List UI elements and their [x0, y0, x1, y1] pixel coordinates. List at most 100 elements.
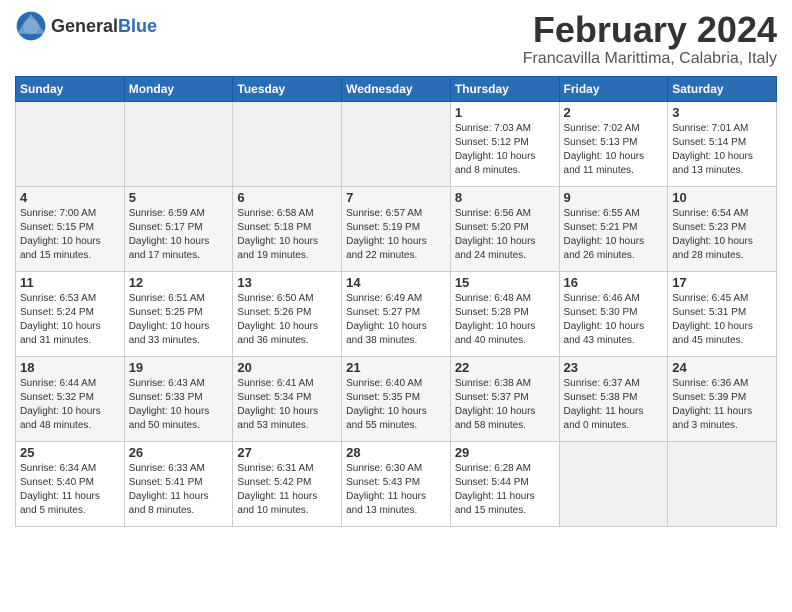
- day-info: Sunrise: 6:50 AM Sunset: 5:26 PM Dayligh…: [237, 292, 337, 348]
- calendar-cell: 27 Sunrise: 6:31 AM Sunset: 5:42 PM Dayli…: [233, 441, 342, 526]
- day-info: Sunrise: 6:45 AM Sunset: 5:31 PM Dayligh…: [672, 292, 772, 348]
- day-number: 13: [237, 275, 337, 290]
- logo-icon: [15, 10, 47, 42]
- day-info: Sunrise: 6:37 AM Sunset: 5:38 PM Dayligh…: [564, 377, 664, 433]
- calendar-cell: 3Sunrise: 7:01 AM Sunset: 5:14 PM Daylig…: [668, 101, 777, 186]
- day-info: Sunrise: 6:54 AM Sunset: 5:23 PM Dayligh…: [672, 207, 772, 263]
- header-row: SundayMondayTuesdayWednesdayThursdayFrid…: [16, 76, 777, 101]
- day-info: Sunrise: 6:48 AM Sunset: 5:28 PM Dayligh…: [455, 292, 555, 348]
- calendar-cell: 9 Sunrise: 6:55 AM Sunset: 5:21 PM Daylig…: [559, 186, 668, 271]
- calendar-cell: 12Sunrise: 6:51 AM Sunset: 5:25 PM Dayli…: [124, 271, 233, 356]
- calendar-cell: 20 Sunrise: 6:41 AM Sunset: 5:34 PM Dayli…: [233, 356, 342, 441]
- calendar-cell: [668, 441, 777, 526]
- day-number: 22: [455, 360, 555, 375]
- day-number: 15: [455, 275, 555, 290]
- header-cell-wednesday: Wednesday: [342, 76, 451, 101]
- calendar-cell: [342, 101, 451, 186]
- calendar-cell: 28 Sunrise: 6:30 AM Sunset: 5:43 PM Dayli…: [342, 441, 451, 526]
- calendar-cell: [16, 101, 125, 186]
- day-info: Sunrise: 6:33 AM Sunset: 5:41 PM Dayligh…: [129, 462, 229, 518]
- calendar-cell: 19 Sunrise: 6:43 AM Sunset: 5:33 PM Dayli…: [124, 356, 233, 441]
- day-number: 1: [455, 105, 555, 120]
- day-info: Sunrise: 6:49 AM Sunset: 5:27 PM Dayligh…: [346, 292, 446, 348]
- day-number: 14: [346, 275, 446, 290]
- day-number: 21: [346, 360, 446, 375]
- day-info: Sunrise: 6:44 AM Sunset: 5:32 PM Dayligh…: [20, 377, 120, 433]
- day-info: Sunrise: 6:55 AM Sunset: 5:21 PM Dayligh…: [564, 207, 664, 263]
- calendar-cell: 14 Sunrise: 6:49 AM Sunset: 5:27 PM Dayli…: [342, 271, 451, 356]
- day-info: Sunrise: 6:30 AM Sunset: 5:43 PM Dayligh…: [346, 462, 446, 518]
- calendar-cell: 13 Sunrise: 6:50 AM Sunset: 5:26 PM Dayli…: [233, 271, 342, 356]
- calendar-week-1: 1 Sunrise: 7:03 AM Sunset: 5:12 PM Daylig…: [16, 101, 777, 186]
- header-cell-friday: Friday: [559, 76, 668, 101]
- calendar-table: SundayMondayTuesdayWednesdayThursdayFrid…: [15, 76, 777, 527]
- day-info: Sunrise: 6:31 AM Sunset: 5:42 PM Dayligh…: [237, 462, 337, 518]
- day-info: Sunrise: 6:34 AM Sunset: 5:40 PM Dayligh…: [20, 462, 120, 518]
- calendar-cell: 16Sunrise: 6:46 AM Sunset: 5:30 PM Dayli…: [559, 271, 668, 356]
- calendar-cell: [559, 441, 668, 526]
- day-number: 25: [20, 445, 120, 460]
- calendar-cell: 21Sunrise: 6:40 AM Sunset: 5:35 PM Dayli…: [342, 356, 451, 441]
- day-info: Sunrise: 6:36 AM Sunset: 5:39 PM Dayligh…: [672, 377, 772, 433]
- day-number: 10: [672, 190, 772, 205]
- day-number: 28: [346, 445, 446, 460]
- header-cell-sunday: Sunday: [16, 76, 125, 101]
- day-info: Sunrise: 6:41 AM Sunset: 5:34 PM Dayligh…: [237, 377, 337, 433]
- calendar-cell: 10 Sunrise: 6:54 AM Sunset: 5:23 PM Dayli…: [668, 186, 777, 271]
- calendar-week-4: 18 Sunrise: 6:44 AM Sunset: 5:32 PM Dayli…: [16, 356, 777, 441]
- calendar-cell: 5Sunrise: 6:59 AM Sunset: 5:17 PM Daylig…: [124, 186, 233, 271]
- calendar-cell: [233, 101, 342, 186]
- calendar-cell: 26 Sunrise: 6:33 AM Sunset: 5:41 PM Dayli…: [124, 441, 233, 526]
- day-number: 2: [564, 105, 664, 120]
- day-number: 8: [455, 190, 555, 205]
- day-number: 26: [129, 445, 229, 460]
- calendar-week-3: 11Sunrise: 6:53 AM Sunset: 5:24 PM Dayli…: [16, 271, 777, 356]
- calendar-week-5: 25 Sunrise: 6:34 AM Sunset: 5:40 PM Dayli…: [16, 441, 777, 526]
- header-cell-thursday: Thursday: [450, 76, 559, 101]
- logo-blue-text: Blue: [118, 16, 157, 36]
- calendar-header: SundayMondayTuesdayWednesdayThursdayFrid…: [16, 76, 777, 101]
- day-info: Sunrise: 6:43 AM Sunset: 5:33 PM Dayligh…: [129, 377, 229, 433]
- day-number: 3: [672, 105, 772, 120]
- day-number: 29: [455, 445, 555, 460]
- day-number: 19: [129, 360, 229, 375]
- day-number: 18: [20, 360, 120, 375]
- day-info: Sunrise: 6:28 AM Sunset: 5:44 PM Dayligh…: [455, 462, 555, 518]
- calendar-cell: 23 Sunrise: 6:37 AM Sunset: 5:38 PM Dayli…: [559, 356, 668, 441]
- day-number: 7: [346, 190, 446, 205]
- calendar-cell: 25 Sunrise: 6:34 AM Sunset: 5:40 PM Dayli…: [16, 441, 125, 526]
- day-number: 16: [564, 275, 664, 290]
- day-number: 17: [672, 275, 772, 290]
- page-header: GeneralBlue February 2024 Francavilla Ma…: [15, 10, 777, 68]
- calendar-cell: 1 Sunrise: 7:03 AM Sunset: 5:12 PM Daylig…: [450, 101, 559, 186]
- calendar-cell: 4Sunrise: 7:00 AM Sunset: 5:15 PM Daylig…: [16, 186, 125, 271]
- calendar-cell: 17 Sunrise: 6:45 AM Sunset: 5:31 PM Dayli…: [668, 271, 777, 356]
- day-number: 5: [129, 190, 229, 205]
- day-number: 24: [672, 360, 772, 375]
- logo: GeneralBlue: [15, 10, 157, 42]
- calendar-cell: 8 Sunrise: 6:56 AM Sunset: 5:20 PM Daylig…: [450, 186, 559, 271]
- day-info: Sunrise: 7:03 AM Sunset: 5:12 PM Dayligh…: [455, 122, 555, 178]
- calendar-cell: [124, 101, 233, 186]
- calendar-cell: 2Sunrise: 7:02 AM Sunset: 5:13 PM Daylig…: [559, 101, 668, 186]
- day-info: Sunrise: 6:56 AM Sunset: 5:20 PM Dayligh…: [455, 207, 555, 263]
- day-number: 23: [564, 360, 664, 375]
- calendar-week-2: 4Sunrise: 7:00 AM Sunset: 5:15 PM Daylig…: [16, 186, 777, 271]
- calendar-body: 1 Sunrise: 7:03 AM Sunset: 5:12 PM Daylig…: [16, 101, 777, 526]
- day-number: 9: [564, 190, 664, 205]
- day-info: Sunrise: 6:51 AM Sunset: 5:25 PM Dayligh…: [129, 292, 229, 348]
- day-number: 6: [237, 190, 337, 205]
- day-info: Sunrise: 6:57 AM Sunset: 5:19 PM Dayligh…: [346, 207, 446, 263]
- day-number: 27: [237, 445, 337, 460]
- day-number: 11: [20, 275, 120, 290]
- day-number: 20: [237, 360, 337, 375]
- header-cell-saturday: Saturday: [668, 76, 777, 101]
- day-number: 4: [20, 190, 120, 205]
- calendar-cell: 11Sunrise: 6:53 AM Sunset: 5:24 PM Dayli…: [16, 271, 125, 356]
- title-area: February 2024 Francavilla Marittima, Cal…: [523, 10, 777, 68]
- calendar-cell: 7 Sunrise: 6:57 AM Sunset: 5:19 PM Daylig…: [342, 186, 451, 271]
- calendar-cell: 29 Sunrise: 6:28 AM Sunset: 5:44 PM Dayli…: [450, 441, 559, 526]
- day-info: Sunrise: 6:58 AM Sunset: 5:18 PM Dayligh…: [237, 207, 337, 263]
- header-cell-tuesday: Tuesday: [233, 76, 342, 101]
- logo-general-text: General: [51, 16, 118, 36]
